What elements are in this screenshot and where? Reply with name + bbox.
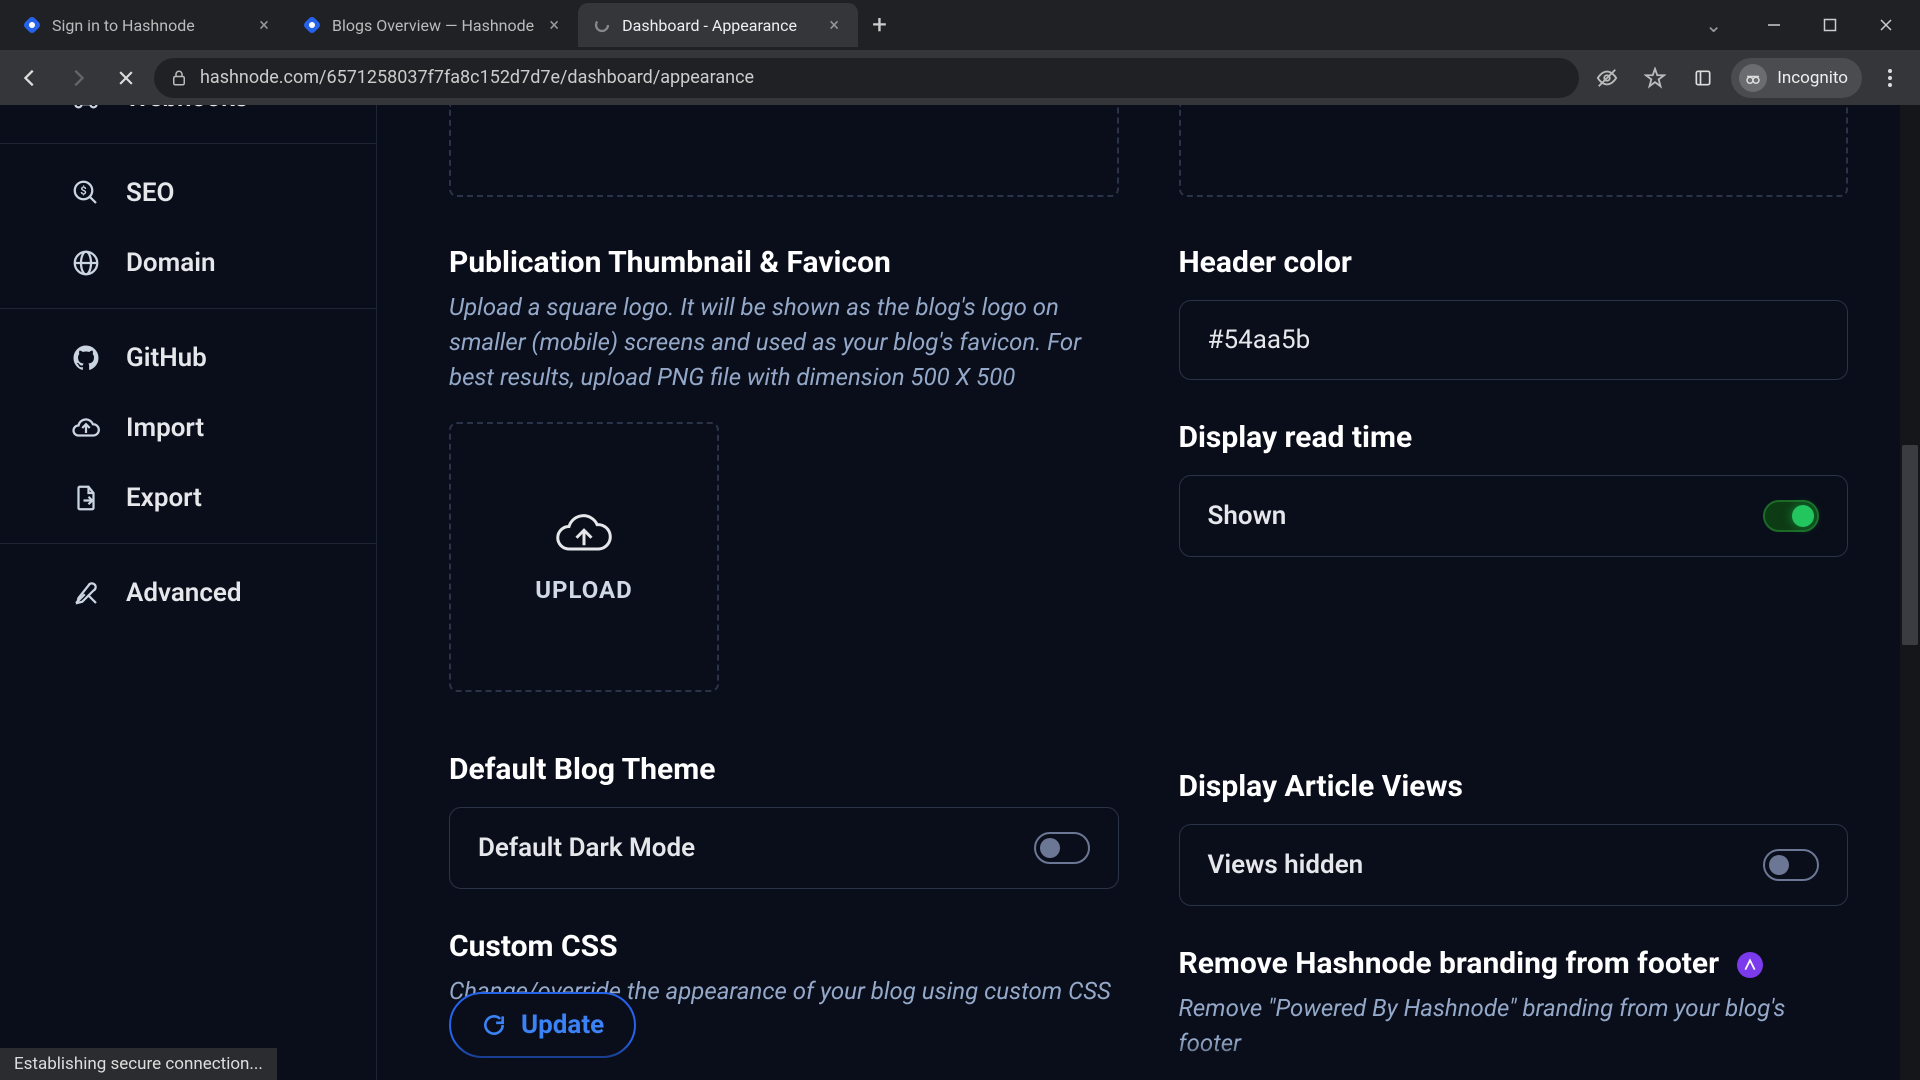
incognito-icon	[1739, 64, 1767, 92]
article-views-card: Views hidden	[1179, 824, 1849, 906]
bookmark-star-icon[interactable]	[1635, 58, 1675, 98]
sidebar-item-advanced[interactable]: Advanced	[0, 558, 376, 628]
custom-css-title: Custom CSS	[449, 929, 1119, 964]
incognito-label: Incognito	[1777, 68, 1848, 88]
github-icon	[70, 342, 102, 374]
hashnode-favicon	[22, 15, 42, 35]
status-bar: Establishing secure connection...	[0, 1048, 277, 1080]
update-button[interactable]: Update	[449, 992, 636, 1058]
thumbnail-title: Publication Thumbnail & Favicon	[449, 245, 1119, 280]
read-time-card: Shown	[1179, 475, 1849, 557]
maximize-button[interactable]	[1806, 5, 1854, 45]
tab-title: Dashboard - Appearance	[622, 16, 814, 35]
sidebar: Webhooks $ SEO Domain GitHub Import	[0, 105, 377, 1080]
search-dollar-icon: $	[70, 177, 102, 209]
thumbnail-upload-dropzone[interactable]: UPLOAD	[449, 422, 719, 692]
sidebar-item-github[interactable]: GitHub	[0, 323, 376, 393]
thumbnail-desc: Upload a square logo. It will be shown a…	[449, 290, 1119, 394]
header-color-title: Header color	[1179, 245, 1849, 280]
tab-bar: Sign in to Hashnode × Blogs Overview — H…	[0, 0, 1920, 50]
stop-reload-button[interactable]	[106, 58, 146, 98]
sidebar-item-domain[interactable]: Domain	[0, 228, 376, 298]
remove-branding-title: Remove Hashnode branding from footer	[1179, 946, 1849, 981]
close-window-button[interactable]	[1862, 5, 1910, 45]
sidebar-item-import[interactable]: Import	[0, 393, 376, 463]
toolbar: hashnode.com/6571258037f7fa8c152d7d7e/da…	[0, 50, 1920, 105]
sidebar-item-seo[interactable]: $ SEO	[0, 158, 376, 228]
prev-upload-dropzone-right[interactable]	[1179, 105, 1849, 197]
cloud-upload-icon	[70, 412, 102, 444]
read-time-title: Display read time	[1179, 420, 1849, 455]
scrollbar-thumb[interactable]	[1902, 445, 1918, 645]
minimize-button[interactable]	[1750, 5, 1798, 45]
scrollbar[interactable]	[1900, 105, 1920, 1080]
kebab-menu-icon[interactable]	[1870, 58, 1910, 98]
upload-label: UPLOAD	[535, 576, 633, 604]
eye-off-icon[interactable]	[1587, 58, 1627, 98]
browser-chrome: Sign in to Hashnode × Blogs Overview — H…	[0, 0, 1920, 105]
default-theme-toggle[interactable]	[1034, 832, 1090, 864]
close-icon[interactable]: ×	[824, 15, 844, 36]
tab-signin[interactable]: Sign in to Hashnode ×	[8, 3, 288, 47]
header-color-input[interactable]: #54aa5b	[1179, 300, 1849, 380]
hashnode-favicon	[302, 15, 322, 35]
cloud-upload-icon	[554, 510, 614, 558]
new-tab-button[interactable]: +	[858, 10, 901, 40]
tools-icon	[70, 577, 102, 609]
pro-badge-icon	[1737, 952, 1763, 978]
install-app-icon[interactable]	[1683, 58, 1723, 98]
file-export-icon	[70, 482, 102, 514]
article-views-title: Display Article Views	[1179, 769, 1849, 804]
refresh-icon	[481, 1012, 507, 1038]
article-views-label: Views hidden	[1208, 850, 1364, 880]
tab-dashboard-appearance[interactable]: Dashboard - Appearance ×	[578, 3, 858, 47]
svg-text:$: $	[80, 184, 86, 197]
globe-icon	[70, 247, 102, 279]
update-button-label: Update	[521, 1010, 604, 1040]
read-time-toggle[interactable]	[1763, 500, 1819, 532]
sidebar-item-webhooks[interactable]: Webhooks	[0, 105, 376, 133]
tab-title: Sign in to Hashnode	[52, 16, 244, 35]
forward-button[interactable]	[58, 58, 98, 98]
close-icon[interactable]: ×	[254, 15, 274, 36]
default-theme-card: Default Dark Mode	[449, 807, 1119, 889]
article-views-toggle[interactable]	[1763, 849, 1819, 881]
sidebar-item-export[interactable]: Export	[0, 463, 376, 533]
webhooks-icon	[70, 105, 102, 114]
remove-branding-desc: Remove "Powered By Hashnode" branding fr…	[1179, 991, 1849, 1061]
prev-upload-dropzone[interactable]	[449, 105, 1119, 197]
lock-icon	[170, 69, 188, 87]
incognito-profile[interactable]: Incognito	[1731, 58, 1862, 98]
loading-favicon	[592, 15, 612, 35]
read-time-label: Shown	[1208, 501, 1287, 531]
default-theme-title: Default Blog Theme	[449, 752, 1119, 787]
tab-title: Blogs Overview — Hashnode	[332, 16, 534, 35]
main-content: Publication Thumbnail & Favicon Upload a…	[377, 105, 1920, 1080]
close-icon[interactable]: ×	[544, 15, 564, 36]
tab-blogs-overview[interactable]: Blogs Overview — Hashnode ×	[288, 3, 578, 47]
window-controls: ⌄	[1705, 5, 1920, 45]
address-bar[interactable]: hashnode.com/6571258037f7fa8c152d7d7e/da…	[154, 58, 1579, 98]
back-button[interactable]	[10, 58, 50, 98]
tab-search-icon[interactable]: ⌄	[1705, 13, 1722, 37]
url-text: hashnode.com/6571258037f7fa8c152d7d7e/da…	[200, 67, 1563, 88]
default-theme-label: Default Dark Mode	[478, 833, 695, 863]
